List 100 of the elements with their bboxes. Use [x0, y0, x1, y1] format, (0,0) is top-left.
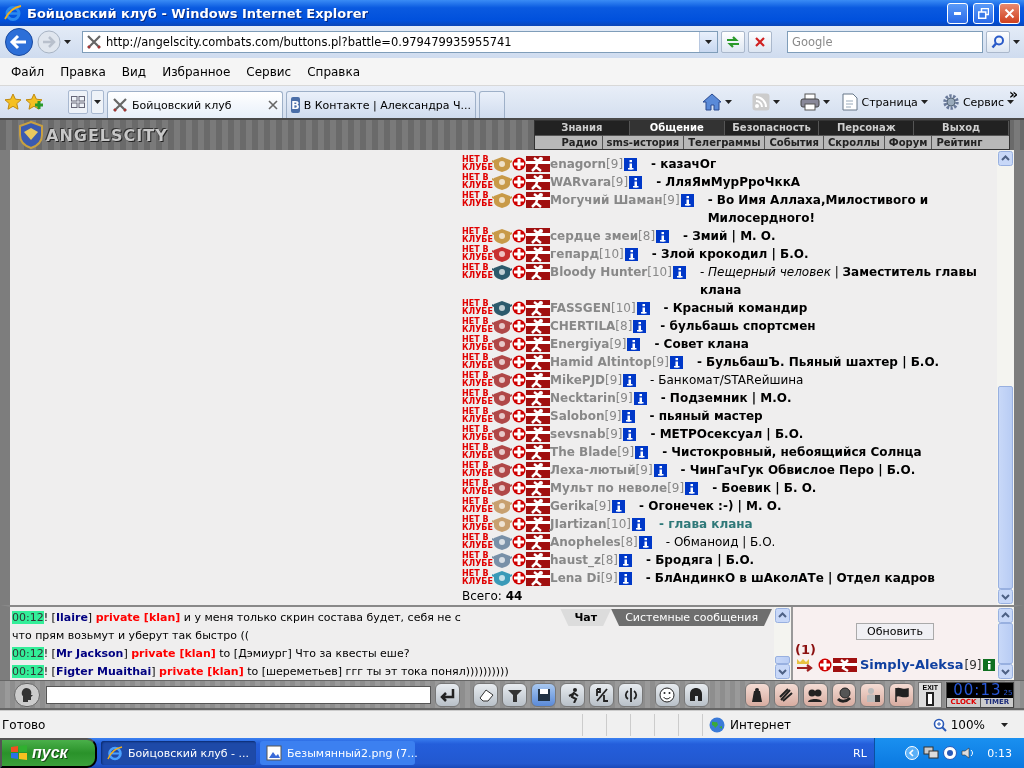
taskbar-button[interactable]: Бойцовский клуб - ... — [101, 741, 256, 765]
sender-link[interactable]: Ilaire — [55, 611, 88, 624]
sender-link[interactable]: Mr Jackson — [55, 647, 124, 660]
chat-tab[interactable]: Чат — [560, 609, 612, 626]
taskbar-button[interactable]: Безымянный2.png (7... — [260, 741, 415, 765]
tab-list-caret-icon[interactable] — [94, 100, 101, 104]
time-link[interactable]: 00:12 — [12, 647, 44, 660]
home-icon[interactable] — [702, 93, 723, 111]
info-icon[interactable] — [685, 481, 699, 495]
info-icon[interactable] — [656, 229, 670, 243]
nav-link[interactable]: Рейтинг — [931, 136, 987, 149]
stop-button[interactable] — [748, 31, 772, 53]
info-icon[interactable] — [633, 319, 647, 333]
menu-item[interactable]: Правка — [52, 62, 114, 81]
info-icon[interactable] — [680, 193, 694, 207]
chat-tab[interactable]: Системные сообщения — [611, 609, 772, 626]
fraction-button[interactable] — [589, 682, 615, 707]
scroll-thumb[interactable] — [998, 623, 1013, 664]
scroll-up-icon[interactable] — [998, 151, 1013, 166]
language-indicator[interactable]: RL — [853, 746, 867, 760]
sender-link[interactable]: Figter Muaithai — [55, 665, 152, 678]
feeds-caret-icon[interactable] — [773, 100, 781, 104]
start-button[interactable]: пуск — [0, 738, 97, 768]
nav-link[interactable]: События — [764, 136, 823, 149]
helmet-button[interactable] — [683, 682, 709, 707]
info-icon[interactable] — [619, 553, 633, 567]
info-icon[interactable] — [624, 247, 638, 261]
eraser-button[interactable] — [473, 682, 499, 707]
scroll-up-icon[interactable] — [998, 608, 1013, 623]
chat-scrollbar[interactable] — [774, 607, 791, 680]
info-icon[interactable] — [629, 175, 643, 189]
info-icon[interactable] — [623, 373, 637, 387]
scroll-down-icon[interactable] — [998, 589, 1013, 604]
save-button[interactable] — [531, 682, 557, 707]
sound-button[interactable] — [618, 682, 643, 707]
scroll-down-icon[interactable] — [998, 664, 1013, 679]
menu-item[interactable]: Справка — [299, 62, 369, 81]
info-icon[interactable] — [624, 157, 638, 171]
print-icon[interactable] — [800, 93, 821, 111]
nav-link[interactable]: Скроллы — [822, 136, 884, 149]
refresh-button[interactable] — [721, 31, 745, 53]
list-scrollbar[interactable] — [997, 150, 1014, 605]
info-icon[interactable] — [635, 445, 649, 459]
favorites-star-icon[interactable] — [4, 93, 22, 111]
address-dropdown-icon[interactable] — [705, 40, 712, 44]
send-button[interactable] — [434, 682, 460, 707]
section-tab[interactable]: Общение — [629, 121, 725, 135]
info-icon[interactable] — [612, 499, 626, 513]
info-icon[interactable] — [653, 463, 667, 477]
info-icon[interactable] — [638, 535, 652, 549]
zoom-control[interactable]: 100% — [932, 717, 1008, 732]
user-name-link[interactable]: Simply-Aleksa — [860, 657, 964, 672]
online-scrollbar[interactable] — [997, 607, 1014, 680]
menu-item[interactable]: Файл — [3, 62, 53, 81]
antivirus-icon[interactable] — [943, 746, 958, 760]
search-button[interactable] — [986, 31, 1010, 53]
smiley-button[interactable] — [655, 682, 680, 707]
page-menu[interactable]: Страница — [842, 93, 928, 111]
scroll-down-icon[interactable] — [775, 664, 790, 679]
volume-icon[interactable] — [961, 746, 976, 760]
home-caret-icon[interactable] — [725, 100, 733, 104]
info-icon[interactable] — [623, 427, 637, 441]
add-favorite-icon[interactable] — [25, 93, 45, 111]
message-field[interactable] — [45, 685, 431, 704]
nav-link[interactable]: Телеграммы — [683, 136, 765, 149]
running-figure-button[interactable] — [560, 682, 586, 707]
caret-icon[interactable] — [1007, 100, 1014, 104]
info-icon[interactable] — [633, 391, 647, 405]
info-icon[interactable] — [627, 337, 641, 351]
info-icon[interactable] — [982, 658, 995, 671]
tab-close-icon[interactable] — [268, 100, 278, 110]
info-icon[interactable] — [672, 265, 686, 279]
filter-button[interactable] — [502, 682, 528, 707]
caret-icon[interactable] — [920, 100, 928, 104]
time-link[interactable]: 00:12 — [12, 665, 44, 678]
minimize-button[interactable] — [947, 2, 968, 24]
scroll-thumb[interactable] — [998, 385, 1013, 589]
close-button[interactable] — [999, 2, 1020, 24]
scroll-up-icon[interactable] — [775, 608, 790, 623]
time-link[interactable]: 00:12 — [12, 611, 44, 624]
tab-list-button[interactable] — [91, 90, 104, 114]
menu-item[interactable]: Избранное — [154, 62, 239, 81]
back-button-icon[interactable] — [4, 27, 34, 57]
search-field[interactable]: Google — [787, 31, 983, 53]
flag-button[interactable] — [889, 682, 915, 707]
bag-button[interactable] — [744, 682, 770, 707]
restore-button[interactable] — [973, 2, 994, 24]
nav-link[interactable]: sms-история — [601, 136, 684, 149]
network-icon[interactable] — [923, 746, 940, 760]
address-field[interactable]: http://angelscity.combats.com/buttons.pl?battle=0.979479935955741 — [82, 31, 718, 53]
talk-button[interactable] — [14, 682, 40, 707]
nav-link[interactable]: Форум — [883, 136, 932, 149]
browser-tab[interactable]: Бойцовский клуб — [107, 91, 283, 118]
quick-tabs-button[interactable] — [68, 90, 88, 114]
group-button[interactable] — [802, 682, 828, 707]
menu-item[interactable]: Вид — [113, 62, 155, 81]
nav-link[interactable]: Радио — [557, 136, 602, 149]
zoom-caret-icon[interactable] — [1001, 722, 1008, 727]
info-icon[interactable] — [618, 571, 632, 585]
browser-tab[interactable]: В В Контакте | Александра Ч... — [286, 91, 476, 118]
